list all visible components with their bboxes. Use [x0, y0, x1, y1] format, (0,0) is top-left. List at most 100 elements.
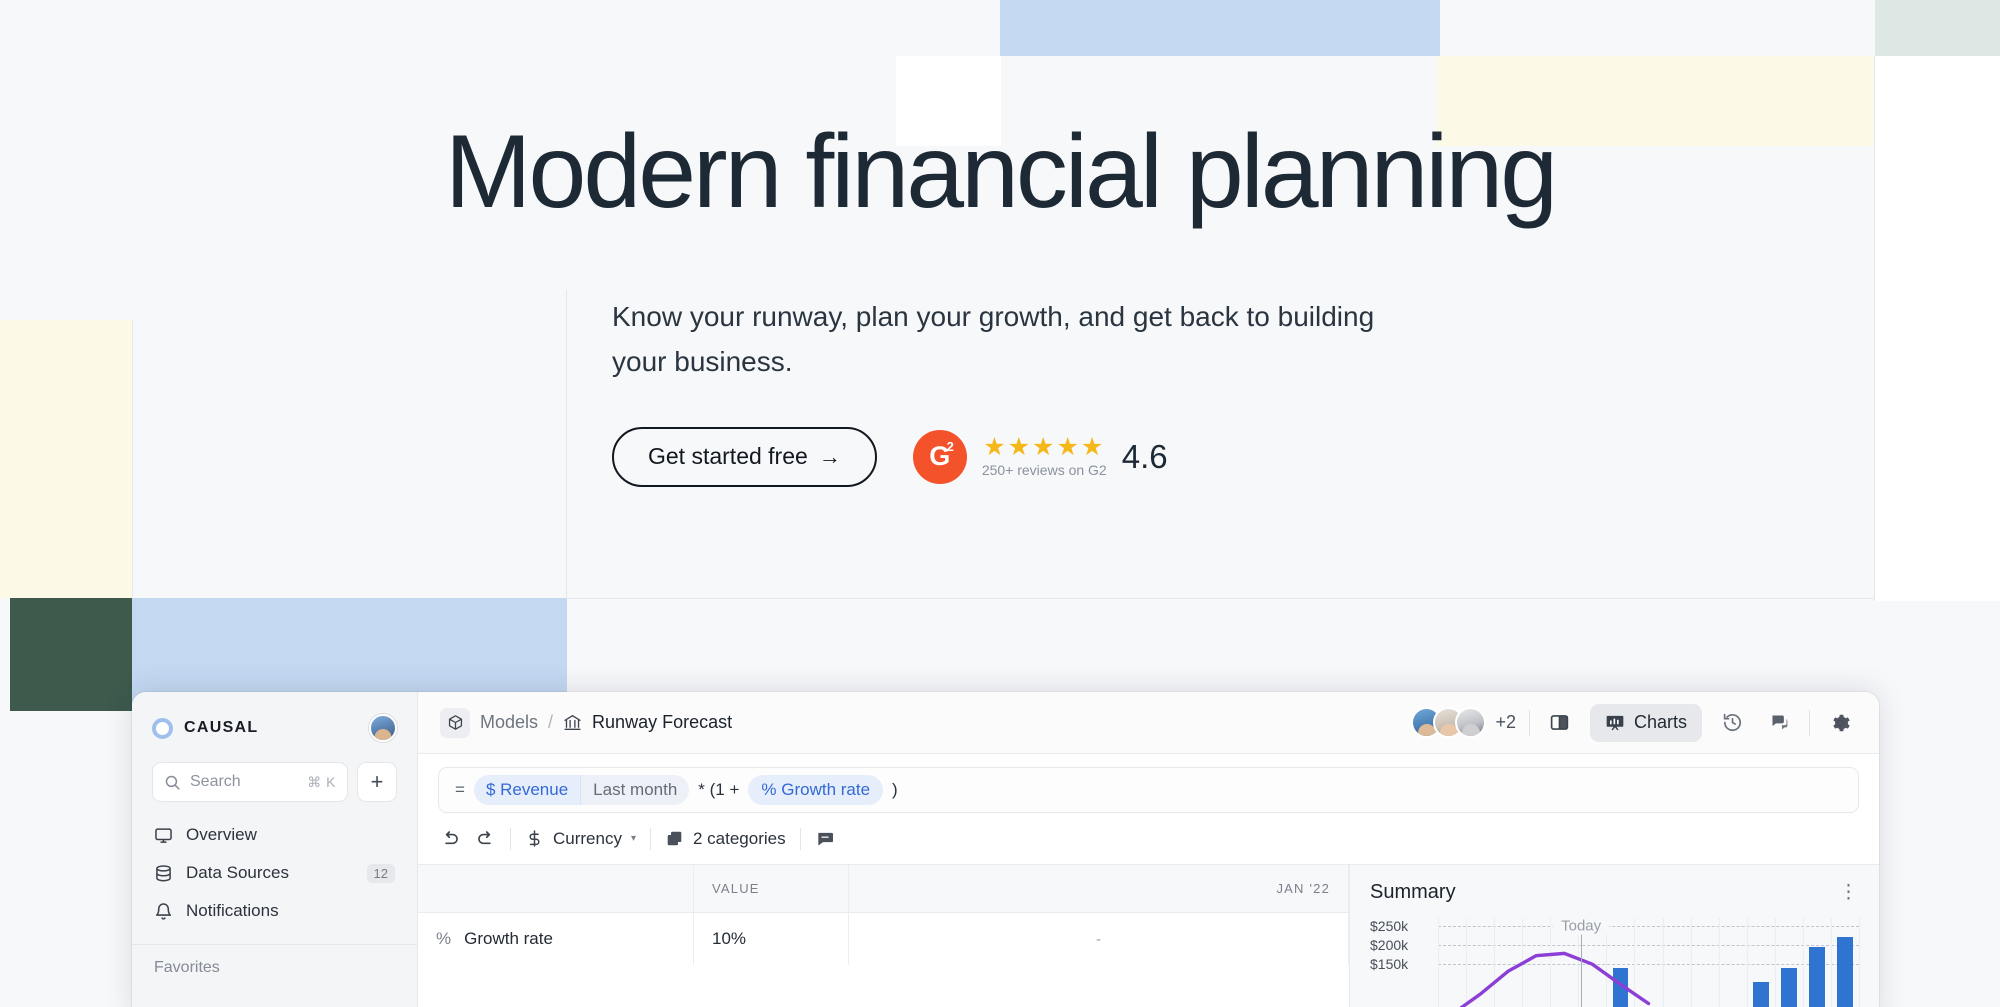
formula-bar[interactable]: = $ Revenue Last month * (1 + % Growth r… — [438, 767, 1859, 813]
kebab-menu-icon[interactable]: ⋮ — [1839, 882, 1859, 902]
chart-title: Summary — [1370, 881, 1456, 903]
redo-icon — [478, 831, 491, 845]
app-window: CAUSAL Search ⌘ K + Overview Data Source… — [132, 692, 1879, 1007]
tab-charts[interactable]: Charts — [1589, 703, 1702, 742]
comment-icon[interactable] — [1762, 706, 1796, 740]
search-icon — [165, 775, 180, 790]
sidebar-item-overview[interactable]: Overview — [146, 816, 403, 854]
table-row[interactable]: % Growth rate 10% - — [418, 913, 1349, 965]
formula-bar-wrap: = $ Revenue Last month * (1 + % Growth r… — [418, 754, 1879, 813]
sidebar-header: CAUSAL Search ⌘ K + — [132, 692, 417, 802]
percent-icon: % — [436, 929, 452, 948]
add-button[interactable]: + — [357, 762, 397, 802]
chevron-down-icon: ▾ — [630, 833, 636, 844]
divider — [1809, 709, 1810, 736]
chart-plot-area: $150k $200k $250k Today — [1370, 917, 1860, 1007]
decor-block-cream-left — [0, 320, 132, 598]
sidebar-item-badge: 12 — [366, 863, 395, 883]
sidebar-search-row: Search ⌘ K + — [152, 762, 397, 802]
decor-block-green-top — [1875, 0, 2000, 56]
divider — [510, 827, 511, 850]
table-header-row: VALUE JAN '22 — [418, 865, 1349, 913]
page-title: Modern financial planning — [444, 114, 1558, 230]
breadcrumb-models[interactable]: Models — [480, 712, 538, 733]
toolbar-comment-button[interactable] — [815, 829, 835, 849]
breadcrumb-separator: / — [548, 712, 554, 732]
g2-reviews-count: 250+ reviews on G2 — [981, 462, 1107, 479]
layout-panel-icon[interactable] — [1543, 706, 1577, 740]
decor-block-blue-top — [1000, 0, 1440, 56]
today-marker-label: Today — [1553, 917, 1610, 935]
page-root: Modern financial planning Know your runw… — [0, 0, 2000, 1007]
sidebar-item-label: Data Sources — [186, 863, 289, 882]
sidebar-item-label: Notifications — [186, 901, 279, 920]
undo-button[interactable] — [440, 828, 461, 849]
formula-chip-period[interactable]: Last month — [580, 775, 690, 805]
formula-operator: * (1 + — [698, 780, 740, 799]
cell-row-name[interactable]: % Growth rate — [418, 913, 694, 965]
decor-gridline — [566, 598, 1874, 599]
redo-button[interactable] — [475, 828, 496, 849]
categories-label: 2 categories — [693, 828, 786, 848]
editor-toolbar: Currency ▾ 2 categories — [418, 813, 1879, 865]
brand-name: CAUSAL — [184, 719, 259, 736]
sidebar-item-notifications[interactable]: Notifications — [146, 892, 403, 930]
categories-button[interactable]: 2 categories — [665, 829, 786, 849]
g2-logo-icon: G 2 — [912, 429, 967, 484]
database-icon — [156, 864, 171, 881]
column-header-name[interactable] — [418, 865, 694, 912]
formula-close-paren: ) — [892, 780, 898, 799]
row-label: Growth rate — [464, 929, 553, 948]
chart-header: Summary ⋮ — [1370, 881, 1859, 904]
collaborator-avatars[interactable]: +2 — [1411, 707, 1516, 738]
decor-gridline — [132, 320, 133, 598]
summary-chart-panel: Summary ⋮ $150k $200k $250k Today — [1349, 865, 1879, 1007]
sidebar: CAUSAL Search ⌘ K + Overview Data Source… — [132, 692, 418, 1007]
get-started-button[interactable]: Get started free → — [612, 426, 877, 487]
divider — [650, 827, 651, 850]
currency-dropdown[interactable]: Currency ▾ — [525, 829, 636, 849]
undo-icon — [445, 831, 458, 845]
avatar — [1455, 707, 1487, 738]
search-shortcut-hint: ⌘ K — [307, 773, 336, 790]
dollar-icon — [529, 830, 540, 847]
search-placeholder: Search — [190, 773, 241, 790]
cube-icon[interactable] — [440, 707, 470, 738]
brand[interactable]: CAUSAL — [152, 717, 259, 739]
gear-icon[interactable] — [1823, 706, 1857, 740]
main-content: Models / Runway Forecast +2 Charts = $ R… — [418, 692, 1879, 1007]
sidebar-nav: Overview Data Sources 12 Notifications — [132, 802, 417, 930]
cell-value[interactable]: 10% — [694, 913, 849, 965]
table-and-chart: VALUE JAN '22 % Growth rate 10% - Summar… — [418, 865, 1879, 1007]
formula-chip-metric[interactable]: $ Revenue — [473, 775, 581, 805]
decor-block-green-dark — [10, 598, 132, 711]
layers-icon — [667, 831, 682, 846]
g2-score: 4.6 — [1121, 437, 1168, 475]
data-table: VALUE JAN '22 % Growth rate 10% - — [418, 865, 1349, 1007]
g2-rating-detail: ★★★★★ 250+ reviews on G2 — [981, 433, 1107, 479]
hero-copy: Know your runway, plan your growth, and … — [612, 294, 1412, 487]
tab-charts-label: Charts — [1633, 712, 1687, 732]
sidebar-brand-row: CAUSAL — [152, 708, 397, 748]
column-header-value[interactable]: VALUE — [694, 865, 849, 912]
chart-gridline-vertical — [1859, 918, 1860, 1007]
cell-jan22[interactable]: - — [849, 913, 1349, 965]
star-rating-icon: ★★★★★ — [983, 433, 1106, 462]
hero-subtitle: Know your runway, plan your growth, and … — [612, 301, 1375, 378]
chart-forecast-curve — [1459, 951, 1651, 1007]
sidebar-item-data-sources[interactable]: Data Sources 12 — [146, 854, 403, 892]
bell-icon — [155, 902, 172, 920]
search-input[interactable]: Search ⌘ K — [152, 762, 348, 802]
breadcrumb: Models / Runway Forecast — [440, 707, 732, 738]
today-marker-line — [1581, 922, 1583, 1007]
decor-gridline — [566, 290, 567, 598]
arrow-right-icon: → — [818, 443, 841, 469]
bank-icon — [564, 714, 581, 730]
currency-label: Currency — [553, 828, 622, 848]
history-icon[interactable] — [1715, 706, 1749, 740]
user-avatar[interactable] — [369, 714, 397, 742]
g2-rating-badge[interactable]: G 2 ★★★★★ 250+ reviews on G2 4.6 — [912, 429, 1168, 484]
app-topbar: Models / Runway Forecast +2 Charts — [418, 692, 1879, 754]
formula-chip-rate[interactable]: % Growth rate — [748, 775, 884, 805]
column-header-jan22[interactable]: JAN '22 — [849, 865, 1349, 912]
